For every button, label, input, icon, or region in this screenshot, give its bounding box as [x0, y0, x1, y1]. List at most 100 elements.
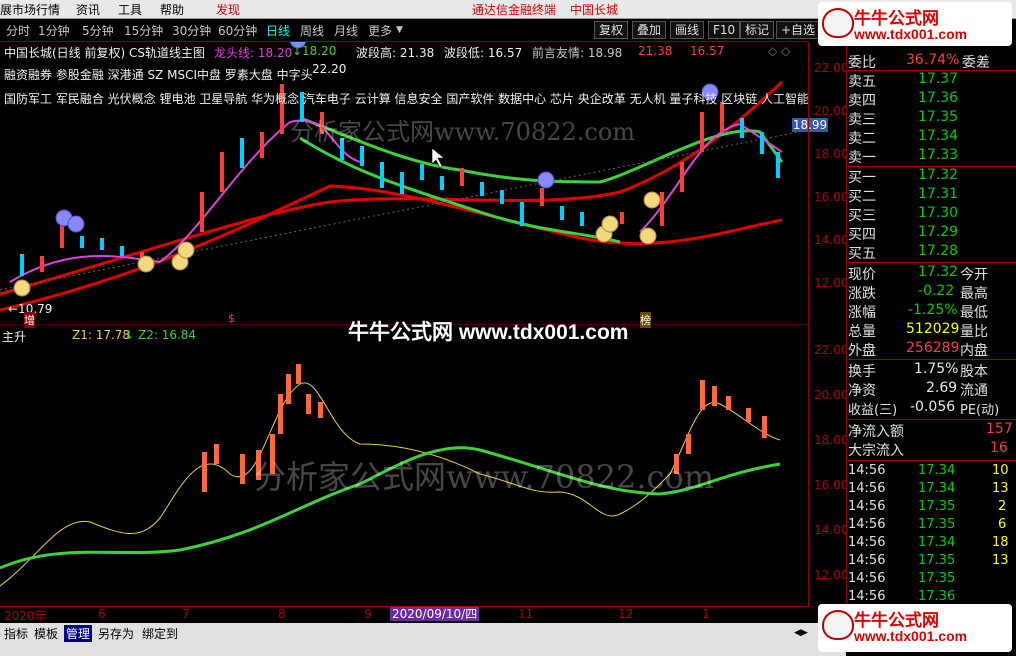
ytick-main: 16.00: [814, 190, 849, 204]
diamond-icon[interactable]: ◇ ◇: [768, 44, 790, 58]
cow-logo-icon: [822, 8, 854, 38]
tab-30min[interactable]: 30分钟: [172, 22, 211, 39]
watermark-faint-bottom: 分析家公式网www.70822.com: [254, 458, 715, 496]
tab-weekly[interactable]: 周线: [300, 22, 324, 39]
site-logo-top: 牛牛公式网 www.tdx001.com: [818, 2, 1012, 46]
stat-label: 总量: [848, 324, 876, 340]
ytick-sub: 16.00: [814, 478, 849, 492]
ask-label: 卖二: [848, 131, 876, 147]
tick-price: 17.35: [918, 571, 956, 586]
ask-label: 卖四: [848, 93, 876, 109]
green-track-lower: [299, 136, 621, 244]
date-label: 1: [702, 607, 710, 621]
friend-label: 前言友情: 18.98: [532, 46, 623, 60]
wave-high-label: 波段高: 21.38: [356, 46, 435, 60]
bid-price: 17.32: [918, 167, 959, 183]
add-watchlist-button[interactable]: +自选: [776, 21, 821, 39]
tab-indicator[interactable]: 指标: [4, 625, 28, 642]
tick-time: 14:56: [848, 553, 886, 568]
stat-label-2: 流通: [960, 383, 988, 399]
tab-15min[interactable]: 15分钟: [124, 22, 163, 39]
ask-label: 卖一: [848, 150, 876, 166]
tick-volume: 6: [998, 517, 1007, 532]
menu-tools[interactable]: 工具: [118, 1, 142, 18]
period-toolbar: 分时 1分钟 5分钟 15分钟 30分钟 60分钟 日线 周线 月线 更多 ▼ …: [0, 19, 821, 42]
adjust-button[interactable]: 复权: [594, 21, 629, 39]
tab-monthly[interactable]: 月线: [334, 22, 358, 39]
ytick-sub: 20.00: [814, 388, 849, 402]
tick-time: 14:56: [848, 571, 886, 586]
wave-low-label: 波段低: 16.57: [444, 46, 523, 60]
logo-url: www.tdx001.com: [854, 628, 968, 644]
ask-price: 17.37: [918, 71, 959, 87]
bid-price: 17.30: [918, 205, 959, 221]
stat-label: 现价: [848, 267, 876, 283]
ytick-sub: 12.00: [814, 568, 849, 582]
stat-value: 512029: [906, 321, 960, 337]
bid-price: 17.28: [918, 243, 959, 259]
stat-label-2: 最高: [960, 286, 988, 302]
tab-1min[interactable]: 1分钟: [38, 22, 70, 39]
weibi-label: 委比: [848, 55, 876, 71]
stat-label-2: 内盘: [960, 343, 988, 359]
ask-price: 17.34: [918, 128, 959, 144]
z2-label: Z2: 16.84: [138, 328, 197, 342]
tick-price: 17.34: [918, 481, 956, 496]
mark-button[interactable]: 标记: [740, 21, 775, 39]
menu-news[interactable]: 资讯: [76, 1, 100, 18]
ytick-main: 12.00: [814, 276, 849, 290]
overlay-button[interactable]: 叠加: [632, 21, 667, 39]
tab-template[interactable]: 模板: [34, 625, 58, 642]
flow-label: 大宗流入: [848, 443, 904, 459]
tab-intraday[interactable]: 分时: [6, 22, 30, 39]
tab-save-as[interactable]: 另存为: [98, 625, 134, 642]
flow-value: 157: [986, 421, 1013, 437]
concept-tags-row-1: 融资融券 参股金融 深港通 SZ MSCI中盘 罗素大盘 中字头: [4, 68, 313, 82]
tick-volume: 10: [992, 463, 1009, 478]
cursor-date-label: 2020/09/10/四: [390, 607, 480, 621]
date-label: 6: [98, 607, 106, 621]
menu-discover[interactable]: 发现: [216, 1, 240, 18]
scroll-right-icon[interactable]: ◀▶: [794, 628, 808, 638]
tab-60min[interactable]: 60分钟: [218, 22, 257, 39]
f10-button[interactable]: F10: [708, 21, 741, 39]
stat-label-2: 今开: [960, 267, 988, 283]
ytick-sub: 22.00: [814, 343, 849, 357]
z1-label: Z1: 17.78: [72, 328, 131, 342]
ytick-main: 22.00: [814, 61, 849, 75]
main-kline-chart[interactable]: [0, 42, 808, 324]
ytick-sub: 18.00: [814, 433, 849, 447]
tab-daily[interactable]: 日线: [266, 22, 290, 39]
concept-tags-row-2: 国防军工 军民融合 光伏概念 锂电池 卫星导航 华为概念 汽车电子 云计算 信息…: [4, 92, 810, 106]
bid-price: 17.29: [918, 224, 959, 240]
tick-volume: 13: [992, 481, 1009, 496]
stat-label: 换手: [848, 364, 876, 380]
stat-label-2: 股本: [960, 364, 988, 380]
tab-more[interactable]: 更多: [368, 22, 392, 39]
menu-market[interactable]: 展市场行情: [0, 1, 60, 18]
stat-label: 涨跌: [848, 286, 876, 302]
more-caret-icon[interactable]: ▼: [396, 25, 403, 35]
stat-label-2: PE(动): [960, 403, 1000, 418]
tab-manage[interactable]: 管理: [64, 625, 93, 642]
date-label: 11: [518, 607, 534, 621]
value-5: 21.38: [638, 44, 673, 58]
weicha-label: 委差: [962, 55, 990, 71]
tab-bind-to[interactable]: 绑定到: [142, 625, 178, 642]
stat-label-2: 最低: [960, 305, 988, 321]
stat-value: -1.25%: [908, 302, 958, 318]
menu-help[interactable]: 帮助: [160, 1, 184, 18]
ask-label: 卖三: [848, 112, 876, 128]
draw-button[interactable]: 画线: [670, 21, 705, 39]
date-label: 12: [618, 607, 634, 621]
stat-value: -0.056: [910, 399, 956, 415]
date-label: 7: [182, 607, 190, 621]
bid-label: 买五: [848, 246, 876, 262]
stat-value: 1.75%: [914, 361, 959, 377]
flow-value: 16: [990, 440, 1008, 456]
tick-price: 17.36: [918, 589, 956, 604]
tick-time: 14:56: [848, 589, 886, 604]
tab-5min[interactable]: 5分钟: [82, 22, 114, 39]
weibi-value: 36.74%: [906, 52, 960, 68]
mark-zeng: 增: [24, 312, 35, 328]
